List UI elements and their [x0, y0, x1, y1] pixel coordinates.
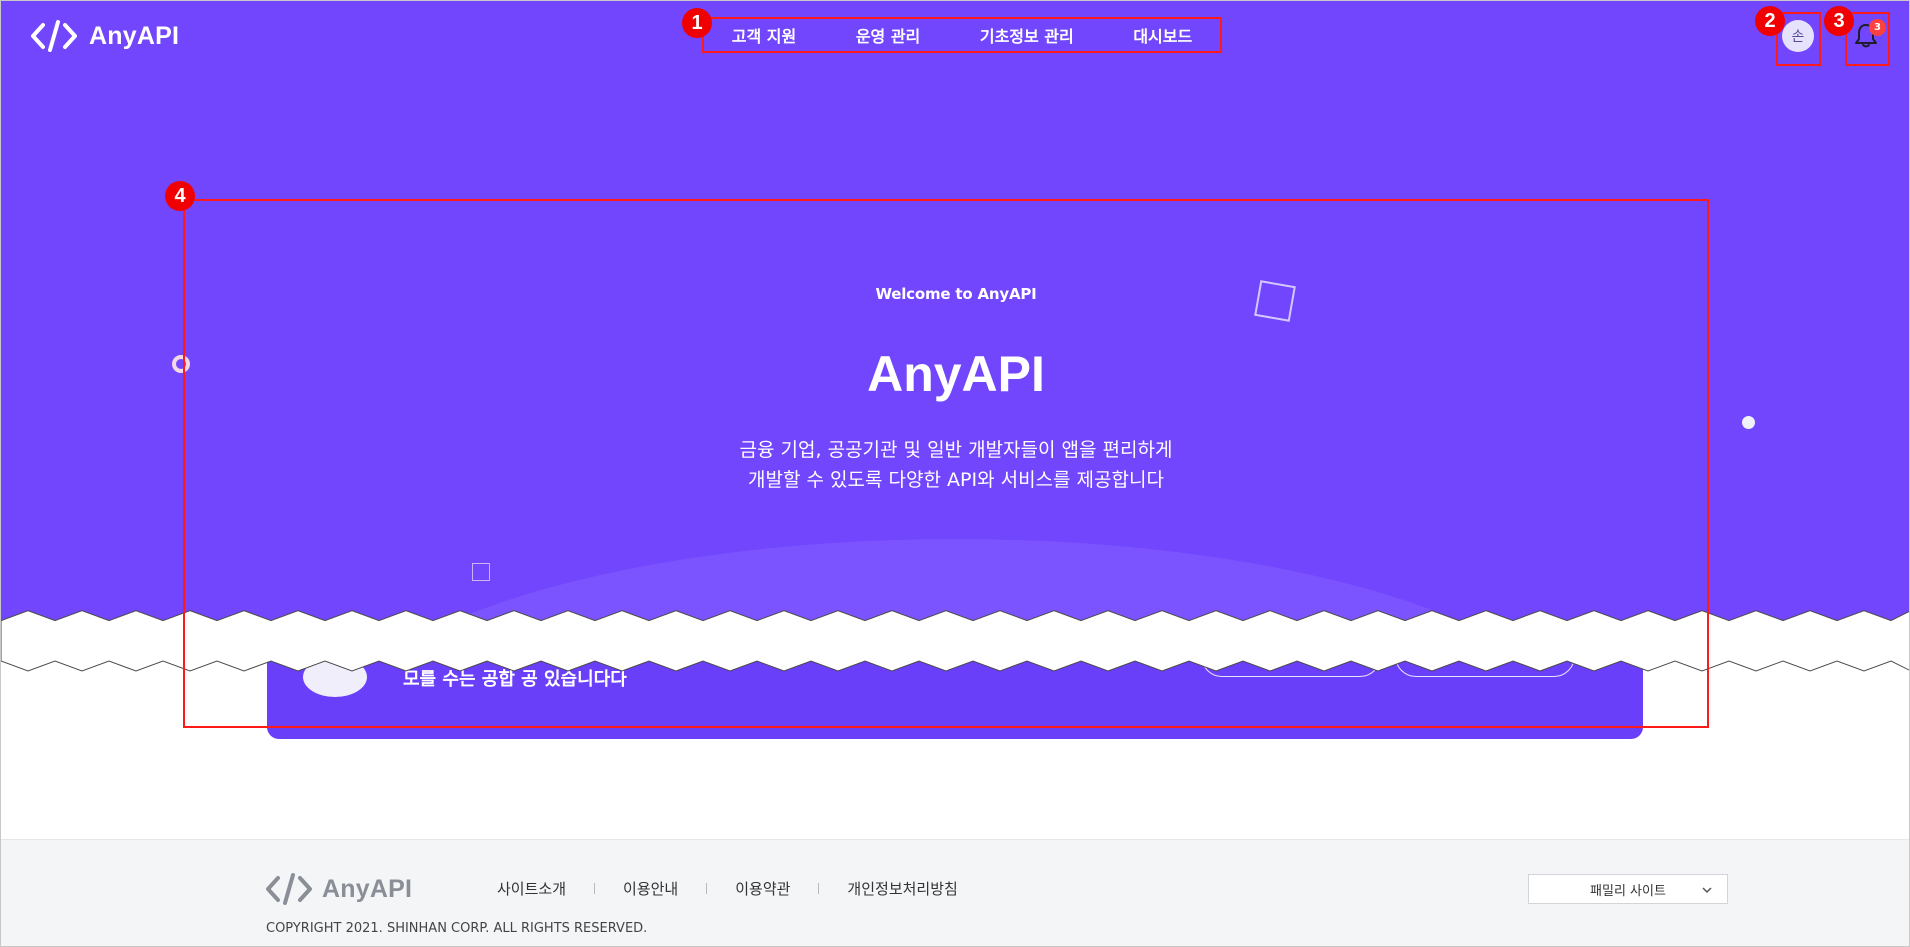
annotation-badge-4: 4	[165, 181, 195, 211]
annotation-badge-1: 1	[682, 8, 712, 38]
annotation-box-1	[702, 17, 1222, 53]
footer-link-guide[interactable]: 이용안내	[623, 878, 678, 899]
code-brackets-icon	[266, 873, 312, 905]
footer-link-privacy[interactable]: 개인정보처리방침	[847, 878, 957, 899]
copyright-text: COPYRIGHT 2021. SHINHAN CORP. ALL RIGHTS…	[266, 921, 648, 936]
family-site-label: 패밀리 사이트	[1590, 883, 1666, 899]
footer-divider	[818, 883, 820, 894]
annotation-badge-3: 3	[1824, 6, 1854, 36]
annotation-badge-2: 2	[1755, 6, 1785, 36]
decorative-dot	[1742, 416, 1755, 429]
logo-text: AnyAPI	[89, 21, 180, 50]
footer-nav: 사이트소개 이용안내 이용약관 개인정보처리방침	[497, 878, 958, 899]
code-brackets-icon	[31, 20, 77, 52]
footer-logo[interactable]: AnyAPI	[266, 872, 412, 906]
footer-link-terms[interactable]: 이용약관	[735, 878, 790, 899]
footer-divider	[594, 883, 596, 894]
footer: AnyAPI 사이트소개 이용안내 이용약관 개인정보처리방침 COPYRIGH…	[1, 839, 1909, 946]
footer-link-about[interactable]: 사이트소개	[497, 878, 566, 899]
header-logo[interactable]: AnyAPI	[31, 19, 179, 53]
annotation-box-4	[183, 199, 1709, 728]
chevron-down-icon	[1702, 887, 1712, 894]
family-site-select[interactable]: 패밀리 사이트	[1528, 874, 1728, 904]
page: AnyAPI 고객 지원 운영 관리 기초정보 관리 대시보드 손 3 Welc…	[0, 0, 1910, 947]
footer-divider	[706, 883, 708, 894]
footer-logo-text: AnyAPI	[322, 874, 413, 903]
